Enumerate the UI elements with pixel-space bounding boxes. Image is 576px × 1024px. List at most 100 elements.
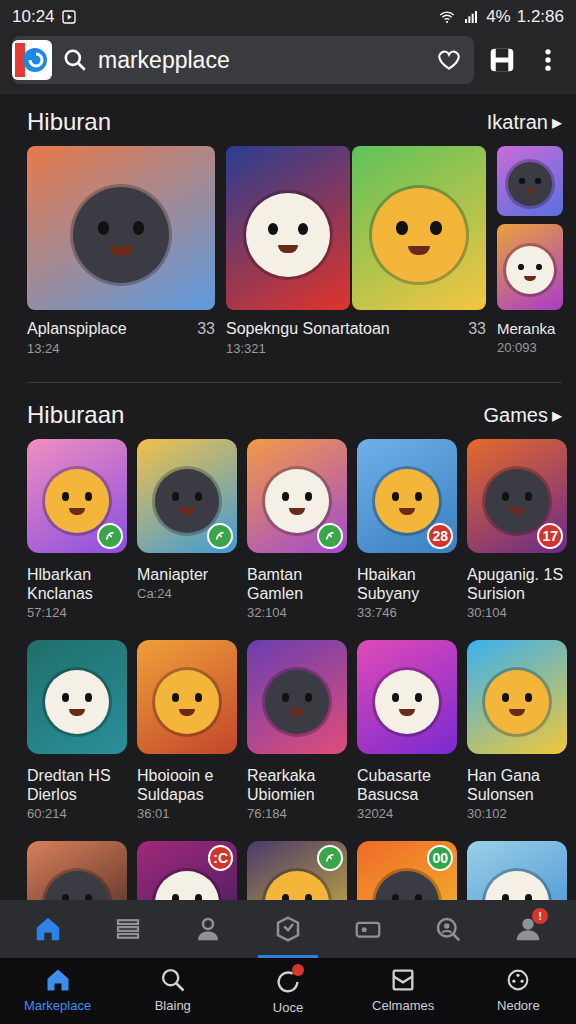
character-art (73, 187, 169, 283)
featured-card[interactable]: Meranka20:093 (497, 146, 562, 356)
app-item[interactable]: Hboiooin e Suldapas36:01 (137, 640, 237, 821)
status-bar: 10:244%1.2:86 (0, 0, 576, 30)
toolbar-button[interactable] (266, 900, 310, 958)
search-person-icon[interactable] (433, 914, 463, 944)
character-art (265, 871, 329, 900)
app-icon[interactable] (27, 439, 127, 553)
app-subtitle: Ca:24 (137, 586, 237, 601)
app-title[interactable]: Hboiooin e Suldapas (137, 766, 237, 804)
link-label[interactable]: Games (483, 404, 547, 427)
person-icon[interactable] (193, 914, 223, 944)
arrow-icon[interactable]: ▸ (552, 110, 562, 134)
card-title[interactable]: Meranka (497, 320, 555, 337)
app-item[interactable] (27, 841, 127, 900)
app-icon[interactable] (137, 439, 237, 553)
app-title[interactable]: Han Gana Sulonsen (467, 766, 567, 804)
app-title[interactable]: Apuganig. 1S Surision (467, 565, 567, 603)
app-item[interactable]: :C (137, 841, 237, 900)
nav-label[interactable]: Celmames (372, 998, 434, 1013)
nav-item[interactable]: Celmames (358, 958, 448, 1024)
toolbar-button[interactable] (186, 900, 230, 958)
app-icon[interactable] (137, 640, 237, 754)
see-all-link[interactable]: Ikatran▸ (487, 110, 562, 134)
featured-card[interactable]: Aplanspiplace3313:24 (27, 146, 215, 356)
toolbar-button[interactable] (26, 900, 70, 958)
app-item[interactable]: Han Gana Sulonsen30:102 (467, 640, 567, 821)
home-icon[interactable] (44, 966, 72, 994)
app-badge (207, 523, 233, 549)
app-icon[interactable] (27, 640, 127, 754)
app-title[interactable]: Bamtan Gamlen (247, 565, 347, 603)
featured-card[interactable]: Sopekngu Sonartatoan3313:321 (226, 146, 486, 356)
arrow-icon[interactable]: ▸ (552, 403, 562, 427)
app-title[interactable]: Maniapter (137, 565, 237, 584)
app-icon[interactable] (247, 841, 347, 900)
search-query[interactable]: markepplace (98, 47, 426, 74)
link-label[interactable]: Ikatran (487, 111, 548, 134)
see-all-link[interactable]: Games▸ (483, 403, 562, 427)
search-icon (62, 47, 88, 73)
ticket-icon[interactable] (353, 914, 383, 944)
nav-label[interactable]: Blaing (155, 998, 191, 1013)
character-art (265, 670, 329, 734)
save-button[interactable] (484, 42, 520, 78)
nav-item[interactable]: Uoce (243, 958, 333, 1024)
heart-icon[interactable] (436, 47, 462, 73)
app-item[interactable]: Dredtan HS Dierlos60:214 (27, 640, 127, 821)
app-title[interactable]: Dredtan HS Dierlos (27, 766, 127, 804)
app-icon[interactable] (467, 640, 567, 754)
app-icon[interactable] (247, 640, 347, 754)
home-icon[interactable] (33, 914, 63, 944)
app-icon[interactable] (357, 640, 457, 754)
app-icon[interactable] (247, 439, 347, 553)
app-item[interactable]: 00 (357, 841, 457, 900)
app-subtitle: 76:184 (247, 806, 347, 821)
app-logo[interactable] (12, 40, 52, 80)
app-item[interactable]: Hlbarkan Knclanas57:124 (27, 439, 127, 620)
search-row: markepplace (0, 30, 576, 84)
app-item[interactable]: Cubasarte Basucsa32024 (357, 640, 457, 821)
package-icon[interactable] (273, 914, 303, 944)
app-title[interactable]: Cubasarte Basucsa (357, 766, 457, 804)
toolbar-button[interactable] (106, 900, 150, 958)
app-title[interactable]: Hbaikan Subyany (357, 565, 457, 603)
nav-label[interactable]: Markeplace (24, 998, 91, 1013)
more-button[interactable] (530, 42, 566, 78)
app-icon[interactable]: 28 (357, 439, 457, 553)
app-title[interactable]: Hlbarkan Knclanas (27, 565, 127, 603)
toolbar-button[interactable] (346, 900, 390, 958)
nav-item[interactable]: Nedore (473, 958, 563, 1024)
app-item[interactable]: Rearkaka Ubiomien 76:184 (247, 640, 347, 821)
card-title[interactable]: Sopekngu Sonartatoan (226, 320, 390, 338)
toolbar-button[interactable] (426, 900, 470, 958)
app-icon[interactable]: 00 (357, 841, 457, 900)
app-icon[interactable] (27, 841, 127, 900)
app-title[interactable]: Rearkaka Ubiomien (247, 766, 347, 804)
mail-icon[interactable] (389, 966, 417, 994)
app-icon[interactable] (467, 841, 567, 900)
search-icon[interactable] (159, 966, 187, 994)
more-icon[interactable] (504, 966, 532, 994)
list-icon[interactable] (113, 914, 143, 944)
app-icon[interactable]: :C (137, 841, 237, 900)
card-title[interactable]: Aplanspiplace (27, 320, 127, 338)
app-item[interactable]: Bamtan Gamlen32:104 (247, 439, 347, 620)
card-label: Aplanspiplace33 (27, 320, 215, 338)
app-item[interactable]: Maniapter Ca:24 (137, 439, 237, 620)
top-header: 10:244%1.2:86 markepplace (0, 0, 576, 94)
app-icon[interactable]: 17 (467, 439, 567, 553)
nav-label[interactable]: Nedore (497, 998, 540, 1013)
card-images (226, 146, 486, 310)
search-bar[interactable]: markepplace (12, 36, 474, 84)
toolbar-button[interactable]: ! (506, 900, 550, 958)
app-row: Dredtan HS Dierlos60:214Hboiooin e Sulda… (27, 640, 576, 821)
notification-badge: ! (532, 908, 548, 924)
nav-label[interactable]: Uoce (273, 1000, 303, 1015)
app-item[interactable] (467, 841, 567, 900)
app-item[interactable]: 17Apuganig. 1S Surision30:104 (467, 439, 567, 620)
nav-item[interactable]: Markeplace (13, 958, 103, 1024)
app-item[interactable]: 28Hbaikan Subyany33:746 (357, 439, 457, 620)
card-image (226, 146, 350, 310)
nav-item[interactable]: Blaing (128, 958, 218, 1024)
app-item[interactable] (247, 841, 347, 900)
